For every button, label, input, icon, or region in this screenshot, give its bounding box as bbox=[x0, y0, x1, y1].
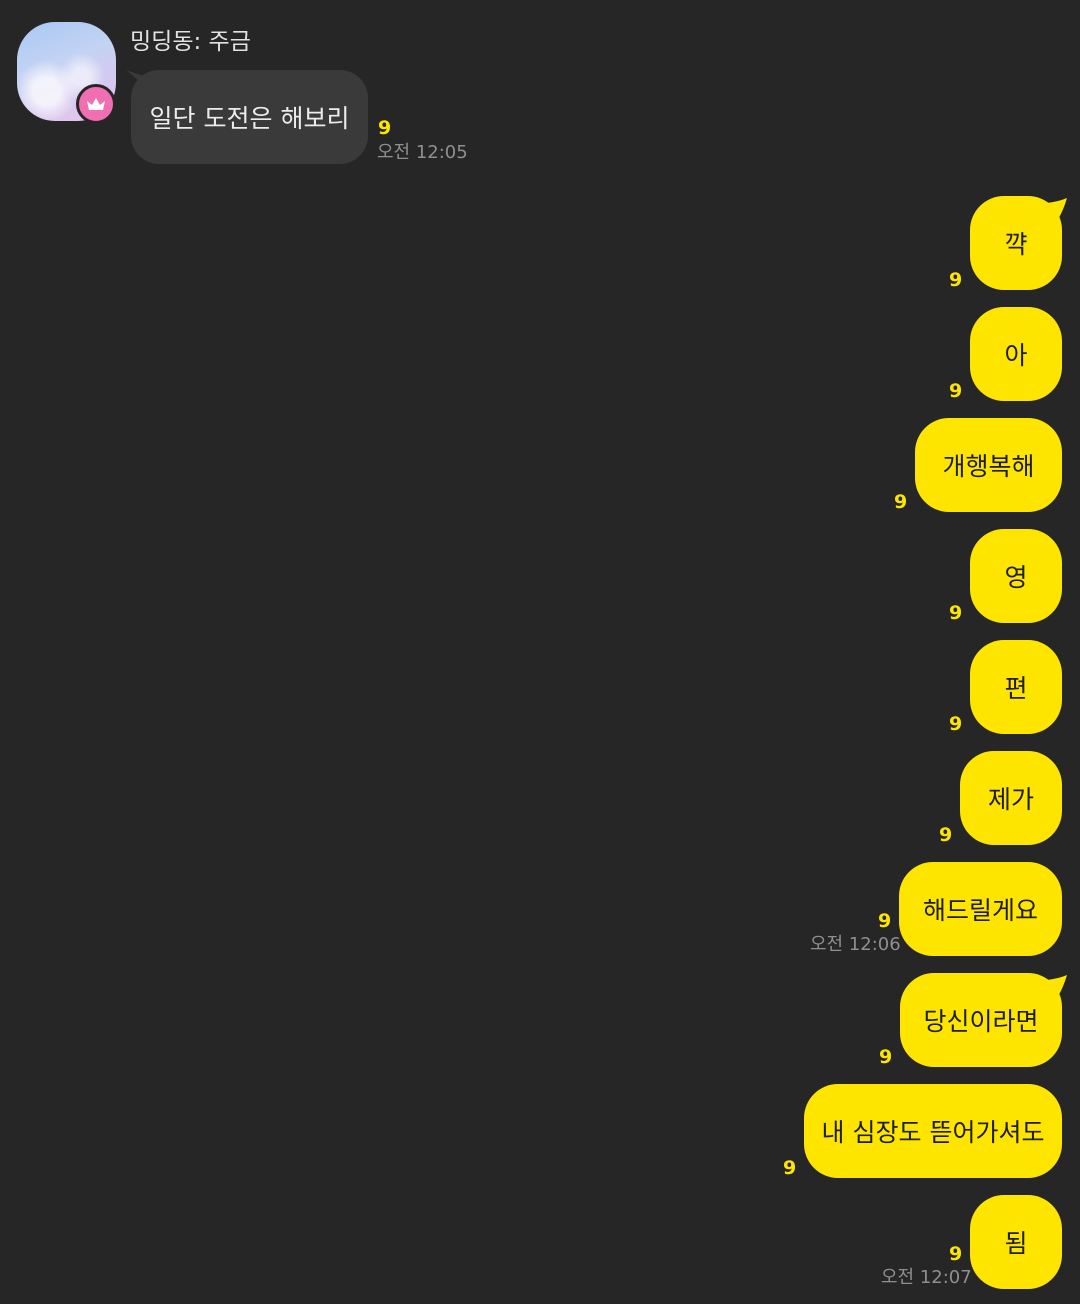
outgoing-message-bubble[interactable]: 제가 bbox=[960, 751, 1062, 845]
outgoing-message-bubble[interactable]: 내 심장도 뜯어가셔도 bbox=[804, 1084, 1062, 1178]
outgoing-message-bubble[interactable]: 됨 bbox=[970, 1195, 1062, 1289]
crown-badge bbox=[76, 84, 116, 124]
outgoing-message-bubble[interactable]: 영 bbox=[970, 529, 1062, 623]
message-time: 오전 12:07 bbox=[881, 1267, 972, 1288]
unread-count: 9 bbox=[939, 824, 953, 846]
incoming-message-bubble[interactable]: 일단 도전은 해보리 bbox=[131, 70, 368, 164]
unread-count: 9 bbox=[949, 1243, 963, 1265]
unread-count: 9 bbox=[879, 1046, 893, 1068]
unread-count: 9 bbox=[878, 910, 892, 932]
unread-count: 9 bbox=[378, 117, 392, 139]
unread-count: 9 bbox=[894, 491, 908, 513]
outgoing-message-bubble[interactable]: 당신이라면 bbox=[900, 973, 1062, 1067]
message-time: 오전 12:06 bbox=[810, 934, 901, 955]
unread-count: 9 bbox=[949, 713, 963, 735]
outgoing-message-bubble[interactable]: 해드릴게요 bbox=[899, 862, 1062, 956]
unread-count: 9 bbox=[949, 380, 963, 402]
unread-count: 9 bbox=[949, 269, 963, 291]
outgoing-message-bubble[interactable]: 편 bbox=[970, 640, 1062, 734]
crown-icon bbox=[87, 98, 105, 110]
outgoing-message-bubble[interactable]: 아 bbox=[970, 307, 1062, 401]
sender-name: 밍딩동: 주금 bbox=[130, 29, 251, 55]
message-time: 오전 12:05 bbox=[377, 142, 468, 163]
outgoing-message-bubble[interactable]: 꺅 bbox=[970, 196, 1062, 290]
unread-count: 9 bbox=[783, 1157, 797, 1179]
unread-count: 9 bbox=[949, 602, 963, 624]
outgoing-message-bubble[interactable]: 개행복해 bbox=[915, 418, 1062, 512]
